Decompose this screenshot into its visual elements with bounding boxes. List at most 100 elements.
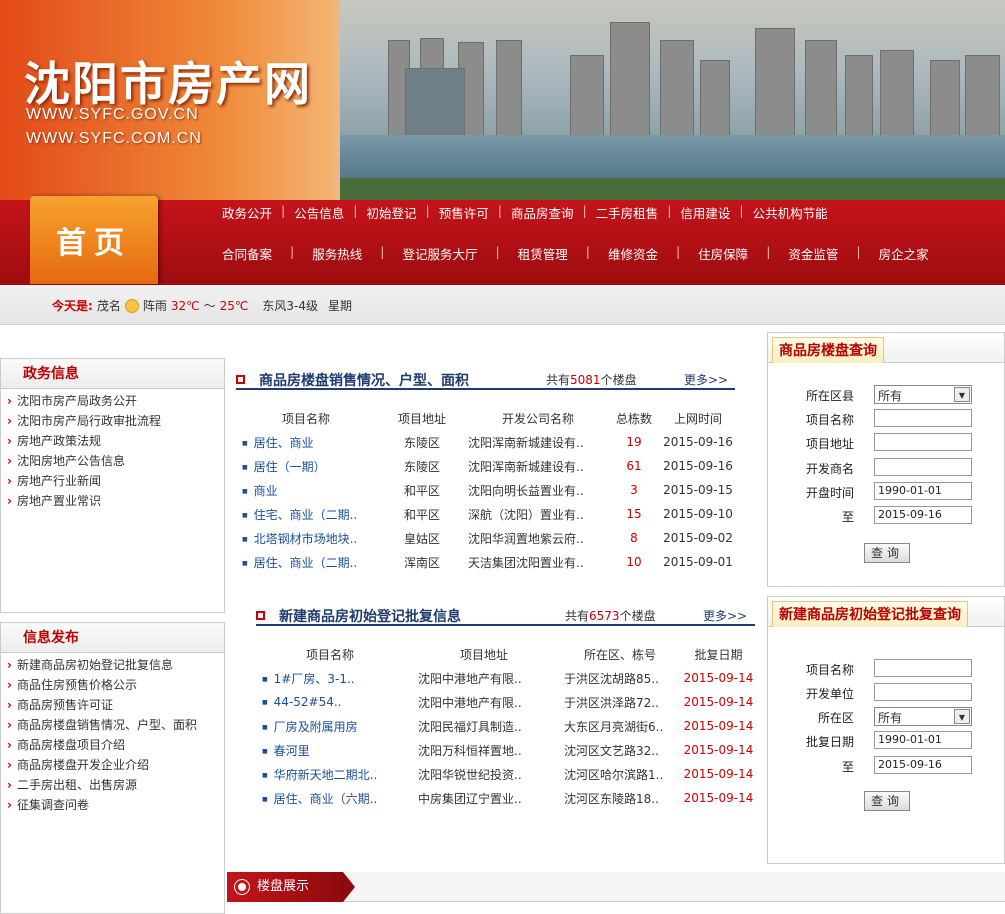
nav-link[interactable]: 预售许可 xyxy=(439,203,489,222)
sidebar-link[interactable]: 房地产置业常识 xyxy=(7,491,224,511)
nav-link[interactable]: 住房保障 xyxy=(698,244,748,263)
weather-region: 茂名 xyxy=(96,299,121,313)
sidebar-link[interactable]: 商品房楼盘销售情况、户型、面积 xyxy=(7,715,224,735)
table-header: 项目名称 项目地址 开发公司名称 总栋数 上网时间 xyxy=(281,411,722,426)
table-row: 春河里沈阳万科恒祥置地..沈河区文艺路32..2015-09-14 xyxy=(256,738,761,762)
header-banner: 沈阳市房产网 WWW.SYFC.GOV.CN WWW.SYFC.COM.CN xyxy=(0,0,1005,200)
weather-bar: 今天是: 茂名 阵雨 32℃ ～ 25℃ 东风3-4级 星期 xyxy=(0,285,1005,325)
sidebar-link[interactable]: 房地产行业新闻 xyxy=(7,471,224,491)
developer-input[interactable] xyxy=(874,458,972,476)
table-row: 住宅、商业（二期..和平区深航（沈阳）置业有..152015-09-10 xyxy=(236,502,736,526)
sidebar-link[interactable]: 房地产政策法规 xyxy=(7,431,224,451)
project-address-input[interactable] xyxy=(874,433,972,451)
nav-link[interactable]: 维修资金 xyxy=(608,244,658,263)
table-row: 居住、商业东陵区沈阳浑南新城建设有..192015-09-16 xyxy=(236,430,736,454)
register-table: 项目名称 项目地址 所在区、栋号 批复日期 1#厂房、3-1..沈阳中港地产有限… xyxy=(256,642,761,810)
table-row: 居住、商业（六期..中房集团辽宁置业..沈河区东陵路18..2015-09-14 xyxy=(256,786,761,810)
home-tab[interactable]: 首页 xyxy=(30,196,158,284)
table-row: 44-52#54..沈阳中港地产有限..于洪区洪泽路72..2015-09-14 xyxy=(256,690,761,714)
site-url-gov: WWW.SYFC.GOV.CN xyxy=(26,106,199,123)
register-query-panel: 新建商品房初始登记批复查询 项目名称 开发单位 所在区 所有 ▼ 批复日期 1990-… xyxy=(767,596,1005,864)
reg-date-from-input[interactable]: 1990-01-01 xyxy=(874,731,972,749)
nav-link[interactable]: 政务公开 xyxy=(222,203,272,222)
project-query-button[interactable]: 查询 xyxy=(864,543,910,563)
register-query-title: 新建商品房初始登记批复查询 xyxy=(772,601,968,627)
nav-link[interactable]: 二手房租售 xyxy=(596,203,659,222)
nav-link[interactable]: 初始登记 xyxy=(366,203,416,222)
divider xyxy=(256,624,755,626)
nav-row-1: 政务公开 | 公告信息 | 初始登记 | 预售许可 | 商品房查询 | 二手房租售 | 信用… xyxy=(222,203,828,222)
chevron-down-icon: ▼ xyxy=(954,387,970,402)
sidebar-link[interactable]: 沈阳房地产公告信息 xyxy=(7,451,224,471)
nav-link[interactable]: 服务热线 xyxy=(312,244,362,263)
sales-count: 共有5081个楼盘 xyxy=(546,373,637,387)
table-row: 居住、商业（二期..浑南区天洁集团沈阳置业有..102015-09-01 xyxy=(236,550,736,574)
sales-table: 项目名称 项目地址 开发公司名称 总栋数 上网时间 居住、商业东陵区沈阳浑南新城… xyxy=(236,406,736,574)
sun-cloud-icon xyxy=(124,298,139,313)
chevron-down-icon: ▼ xyxy=(954,709,970,724)
today-label: 今天是: xyxy=(52,299,93,313)
nav-link[interactable]: 资金监管 xyxy=(788,244,838,263)
nav-link[interactable]: 房企之家 xyxy=(879,244,929,263)
sidebar-link[interactable]: 新建商品房初始登记批复信息 xyxy=(7,655,224,675)
info-release-title: 信息发布 xyxy=(1,623,224,653)
table-row: 厂房及附属用房沈阳民福灯具制造..大东区月亮湖街6..2015-09-14 xyxy=(256,714,761,738)
sidebar-link[interactable]: 商品住房预售价格公示 xyxy=(7,675,224,695)
open-date-to-input[interactable]: 2015-09-16 xyxy=(874,506,972,524)
square-bullet-icon xyxy=(256,611,265,620)
nav-link[interactable]: 公共机构节能 xyxy=(753,203,828,222)
table-row: 华府新天地二期北..沈阳华锐世纪投资..沈河区哈尔滨路1..2015-09-14 xyxy=(256,762,761,786)
sidebar-link[interactable]: 沈阳市房产局政务公开 xyxy=(7,391,224,411)
nav-link[interactable]: 合同备案 xyxy=(222,244,272,263)
district-select[interactable]: 所有 ▼ xyxy=(874,385,972,404)
nav-link[interactable]: 信用建设 xyxy=(680,203,730,222)
project-query-title: 商品房楼盘查询 xyxy=(772,337,884,363)
wind: 东风3-4级 xyxy=(262,299,318,313)
sidebar-link[interactable]: 商品房楼盘开发企业介绍 xyxy=(7,755,224,775)
nav-link[interactable]: 公告信息 xyxy=(294,203,344,222)
sidebar-link[interactable]: 商品房楼盘项目介绍 xyxy=(7,735,224,755)
circle-icon xyxy=(235,880,249,894)
register-count: 共有6573个楼盘 xyxy=(565,609,656,623)
project-name-input[interactable] xyxy=(874,409,972,427)
open-date-from-input[interactable]: 1990-01-01 xyxy=(874,482,972,500)
reg-project-name-input[interactable] xyxy=(874,659,972,677)
temp-sep: ～ xyxy=(203,299,216,313)
reg-developer-input[interactable] xyxy=(874,683,972,701)
site-url-com: WWW.SYFC.COM.CN xyxy=(26,130,202,147)
divider xyxy=(236,388,735,390)
weekday: 星期 xyxy=(327,299,352,313)
site-title: 沈阳市房产网 xyxy=(24,57,312,111)
gov-info-panel: 政务信息 沈阳市房产局政务公开 沈阳市房产局行政审批流程 房地产政策法规 沈阳房… xyxy=(0,358,225,613)
showcase-bar: 楼盘展示 xyxy=(227,872,1005,902)
reg-date-to-input[interactable]: 2015-09-16 xyxy=(874,756,972,774)
sales-more-link[interactable]: 更多>> xyxy=(684,371,728,388)
table-row: 北塔钢材市场地块..皇姑区沈阳华润置地紫云府..82015-09-02 xyxy=(236,526,736,550)
register-more-link[interactable]: 更多>> xyxy=(703,607,747,624)
weather-condition: 阵雨 xyxy=(142,299,167,313)
sidebar-link[interactable]: 沈阳市房产局行政审批流程 xyxy=(7,411,224,431)
nav-row-2: 合同备案 | 服务热线 | 登记服务大厅 | 租赁管理 | 维修资金 | 住房保障 | 资金… xyxy=(222,244,929,263)
register-section-title: 新建商品房初始登记批复信息 xyxy=(256,606,461,626)
nav-link[interactable]: 商品房查询 xyxy=(511,203,574,222)
temp-low: 25℃ xyxy=(219,298,249,313)
sidebar-link[interactable]: 征集调查问卷 xyxy=(7,795,224,815)
temp-high: 32℃ xyxy=(170,298,200,313)
reg-district-select[interactable]: 所有 ▼ xyxy=(874,707,972,726)
register-query-button[interactable]: 查询 xyxy=(864,791,910,811)
nav-link[interactable]: 登记服务大厅 xyxy=(402,244,477,263)
sidebar-link[interactable]: 二手房出租、出售房源 xyxy=(7,775,224,795)
nav-link[interactable]: 租赁管理 xyxy=(518,244,568,263)
info-release-panel: 信息发布 新建商品房初始登记批复信息 商品住房预售价格公示 商品房预售许可证 商… xyxy=(0,622,225,914)
showcase-tab[interactable]: 楼盘展示 xyxy=(227,872,355,902)
table-header: 项目名称 项目地址 所在区、栋号 批复日期 xyxy=(305,647,743,662)
sidebar-link[interactable]: 商品房预售许可证 xyxy=(7,695,224,715)
square-bullet-icon xyxy=(236,375,245,384)
sales-section-title: 商品房楼盘销售情况、户型、面积 xyxy=(236,370,469,390)
table-row: 1#厂房、3-1..沈阳中港地产有限..于洪区沈胡路85..2015-09-14 xyxy=(256,666,761,690)
table-row: 居住（一期）东陵区沈阳浑南新城建设有..612015-09-16 xyxy=(236,454,736,478)
gov-info-title: 政务信息 xyxy=(1,359,224,389)
table-row: 商业和平区沈阳向明长益置业有..32015-09-15 xyxy=(236,478,736,502)
project-query-panel: 商品房楼盘查询 所在区县 所有 ▼ 项目名称 项目地址 开发商名 开盘时间 1990-… xyxy=(767,332,1005,587)
riverbank xyxy=(340,178,1005,200)
